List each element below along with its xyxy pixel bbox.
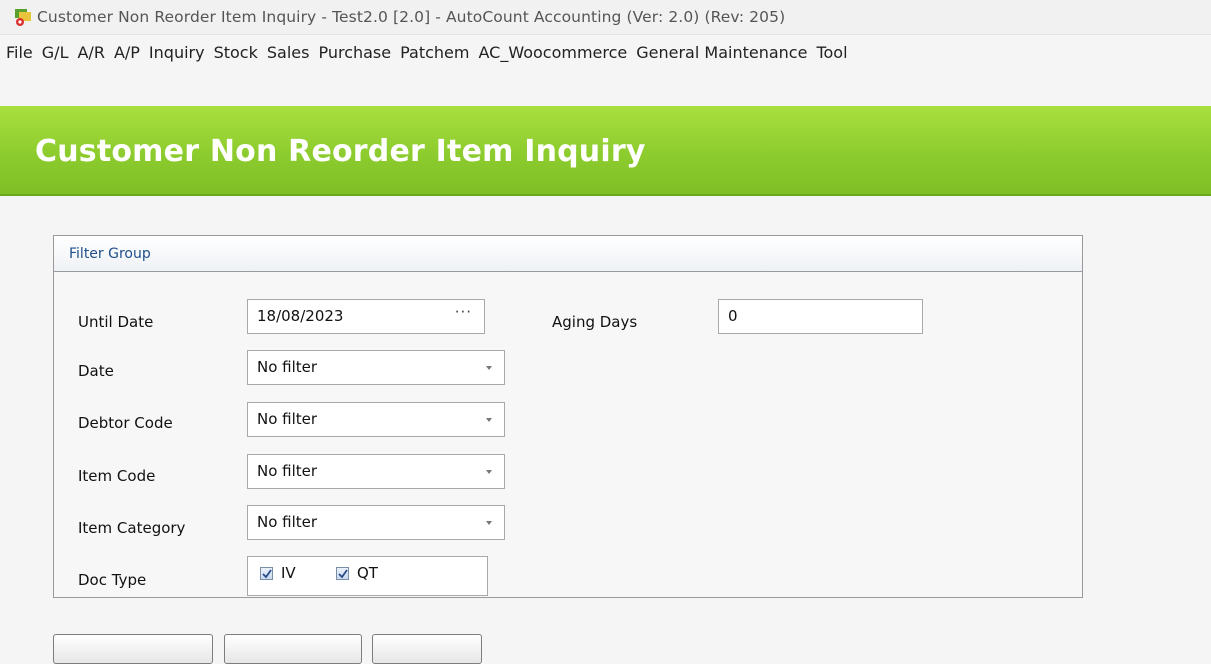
menu-gl[interactable]: G/L <box>39 35 72 71</box>
debtor-code-dropdown[interactable]: No filter <box>247 402 505 437</box>
action-button-2[interactable] <box>224 634 362 664</box>
aging-days-value: 0 <box>728 307 738 325</box>
menu-bar: File G/L A/R A/P Inquiry Stock Sales Purchase Pa… <box>0 35 1211 71</box>
date-filter-dropdown[interactable]: No filter <box>247 350 505 385</box>
menu-inquiry[interactable]: Inquiry <box>146 35 208 71</box>
doc-type-label: Doc Type <box>78 571 147 589</box>
item-code-dropdown[interactable]: No filter <box>247 454 505 489</box>
menu-ar[interactable]: A/R <box>74 35 107 71</box>
menu-general-maintenance[interactable]: General Maintenance <box>633 35 810 71</box>
menu-tool[interactable]: Tool <box>813 35 850 71</box>
menu-ap[interactable]: A/P <box>111 35 143 71</box>
checkmark-icon <box>262 569 272 579</box>
action-button-1[interactable] <box>53 634 213 664</box>
menu-file[interactable]: File <box>3 35 36 71</box>
filter-group-header: Filter Group <box>54 236 1082 272</box>
chevron-down-icon <box>486 521 492 525</box>
item-category-dropdown[interactable]: No filter <box>247 505 505 540</box>
item-code-value: No filter <box>257 462 318 480</box>
chevron-down-icon <box>486 470 492 474</box>
checkmark-icon <box>338 569 348 579</box>
debtor-code-value: No filter <box>257 410 318 428</box>
item-code-label: Item Code <box>78 467 156 485</box>
until-date-label: Until Date <box>78 313 154 331</box>
until-date-value: 18/08/2023 <box>257 307 344 325</box>
page-banner: Customer Non Reorder Item Inquiry <box>0 106 1211 196</box>
filter-group-title: Filter Group <box>69 246 151 262</box>
menu-stock[interactable]: Stock <box>211 35 261 71</box>
menu-ac-woocommerce[interactable]: AC_Woocommerce <box>475 35 630 71</box>
menu-purchase[interactable]: Purchase <box>315 35 394 71</box>
menu-patchem[interactable]: Patchem <box>397 35 472 71</box>
chevron-down-icon <box>486 418 492 422</box>
title-bar: Customer Non Reorder Item Inquiry - Test… <box>0 0 1211 35</box>
filter-group: Filter Group Until Date 18/08/2023 ··· A… <box>53 235 1083 598</box>
window-title: Customer Non Reorder Item Inquiry - Test… <box>37 8 786 26</box>
until-date-field[interactable]: 18/08/2023 ··· <box>247 299 485 334</box>
aging-days-input[interactable]: 0 <box>718 299 923 334</box>
doc-type-iv-checkbox[interactable] <box>260 567 273 580</box>
page-title: Customer Non Reorder Item Inquiry <box>35 134 646 169</box>
date-filter-value: No filter <box>257 358 318 376</box>
chevron-down-icon <box>486 366 492 370</box>
doc-type-iv-label: IV <box>281 564 296 582</box>
doc-type-qt-checkbox[interactable] <box>336 567 349 580</box>
aging-days-label: Aging Days <box>552 313 638 331</box>
menu-sales[interactable]: Sales <box>264 35 313 71</box>
item-category-label: Item Category <box>78 519 186 537</box>
doc-type-qt-label: QT <box>357 564 378 582</box>
action-button-3[interactable] <box>372 634 482 664</box>
autocount-app-icon <box>15 9 31 26</box>
item-category-value: No filter <box>257 513 318 531</box>
debtor-code-label: Debtor Code <box>78 414 173 432</box>
doc-type-box: IV QT <box>247 556 488 596</box>
date-picker-button[interactable]: ··· <box>455 303 472 321</box>
date-label: Date <box>78 362 114 380</box>
